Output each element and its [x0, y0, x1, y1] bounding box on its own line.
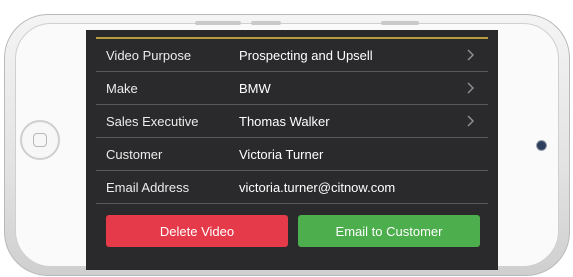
row-label: Email Address — [106, 179, 190, 195]
front-camera — [537, 141, 546, 150]
home-button[interactable] — [20, 120, 60, 160]
row-value: Victoria Turner — [239, 146, 324, 162]
chevron-right-icon — [467, 82, 475, 94]
row-label: Customer — [106, 146, 163, 162]
detail-row-video-purpose[interactable]: Video Purpose Prospecting and Upsell — [96, 39, 488, 72]
row-value: victoria.turner@citnow.com — [239, 179, 396, 195]
volume-button — [195, 21, 241, 25]
email-to-customer-button[interactable]: Email to Customer — [298, 215, 480, 247]
row-value: BMW — [239, 80, 271, 96]
chevron-right-icon — [467, 115, 475, 127]
row-value: Thomas Walker — [239, 113, 330, 129]
row-value: Prospecting and Upsell — [239, 47, 373, 63]
row-label: Video Purpose — [106, 47, 192, 63]
row-label: Make — [106, 80, 138, 96]
app-screen: Video Purpose Prospecting and Upsell Mak… — [86, 30, 498, 270]
action-bar: Delete Video Email to Customer — [106, 215, 480, 247]
home-icon — [33, 133, 47, 147]
detail-row-customer: Customer Victoria Turner — [96, 138, 488, 171]
detail-row-make[interactable]: Make BMW — [96, 72, 488, 105]
detail-row-email-address: Email Address victoria.turner@citnow.com — [96, 171, 488, 204]
delete-video-button[interactable]: Delete Video — [106, 215, 288, 247]
chevron-right-icon — [467, 49, 475, 61]
power-button — [381, 21, 419, 25]
detail-row-sales-executive[interactable]: Sales Executive Thomas Walker — [96, 105, 488, 138]
volume-button — [251, 21, 281, 25]
row-label: Sales Executive — [106, 113, 199, 129]
